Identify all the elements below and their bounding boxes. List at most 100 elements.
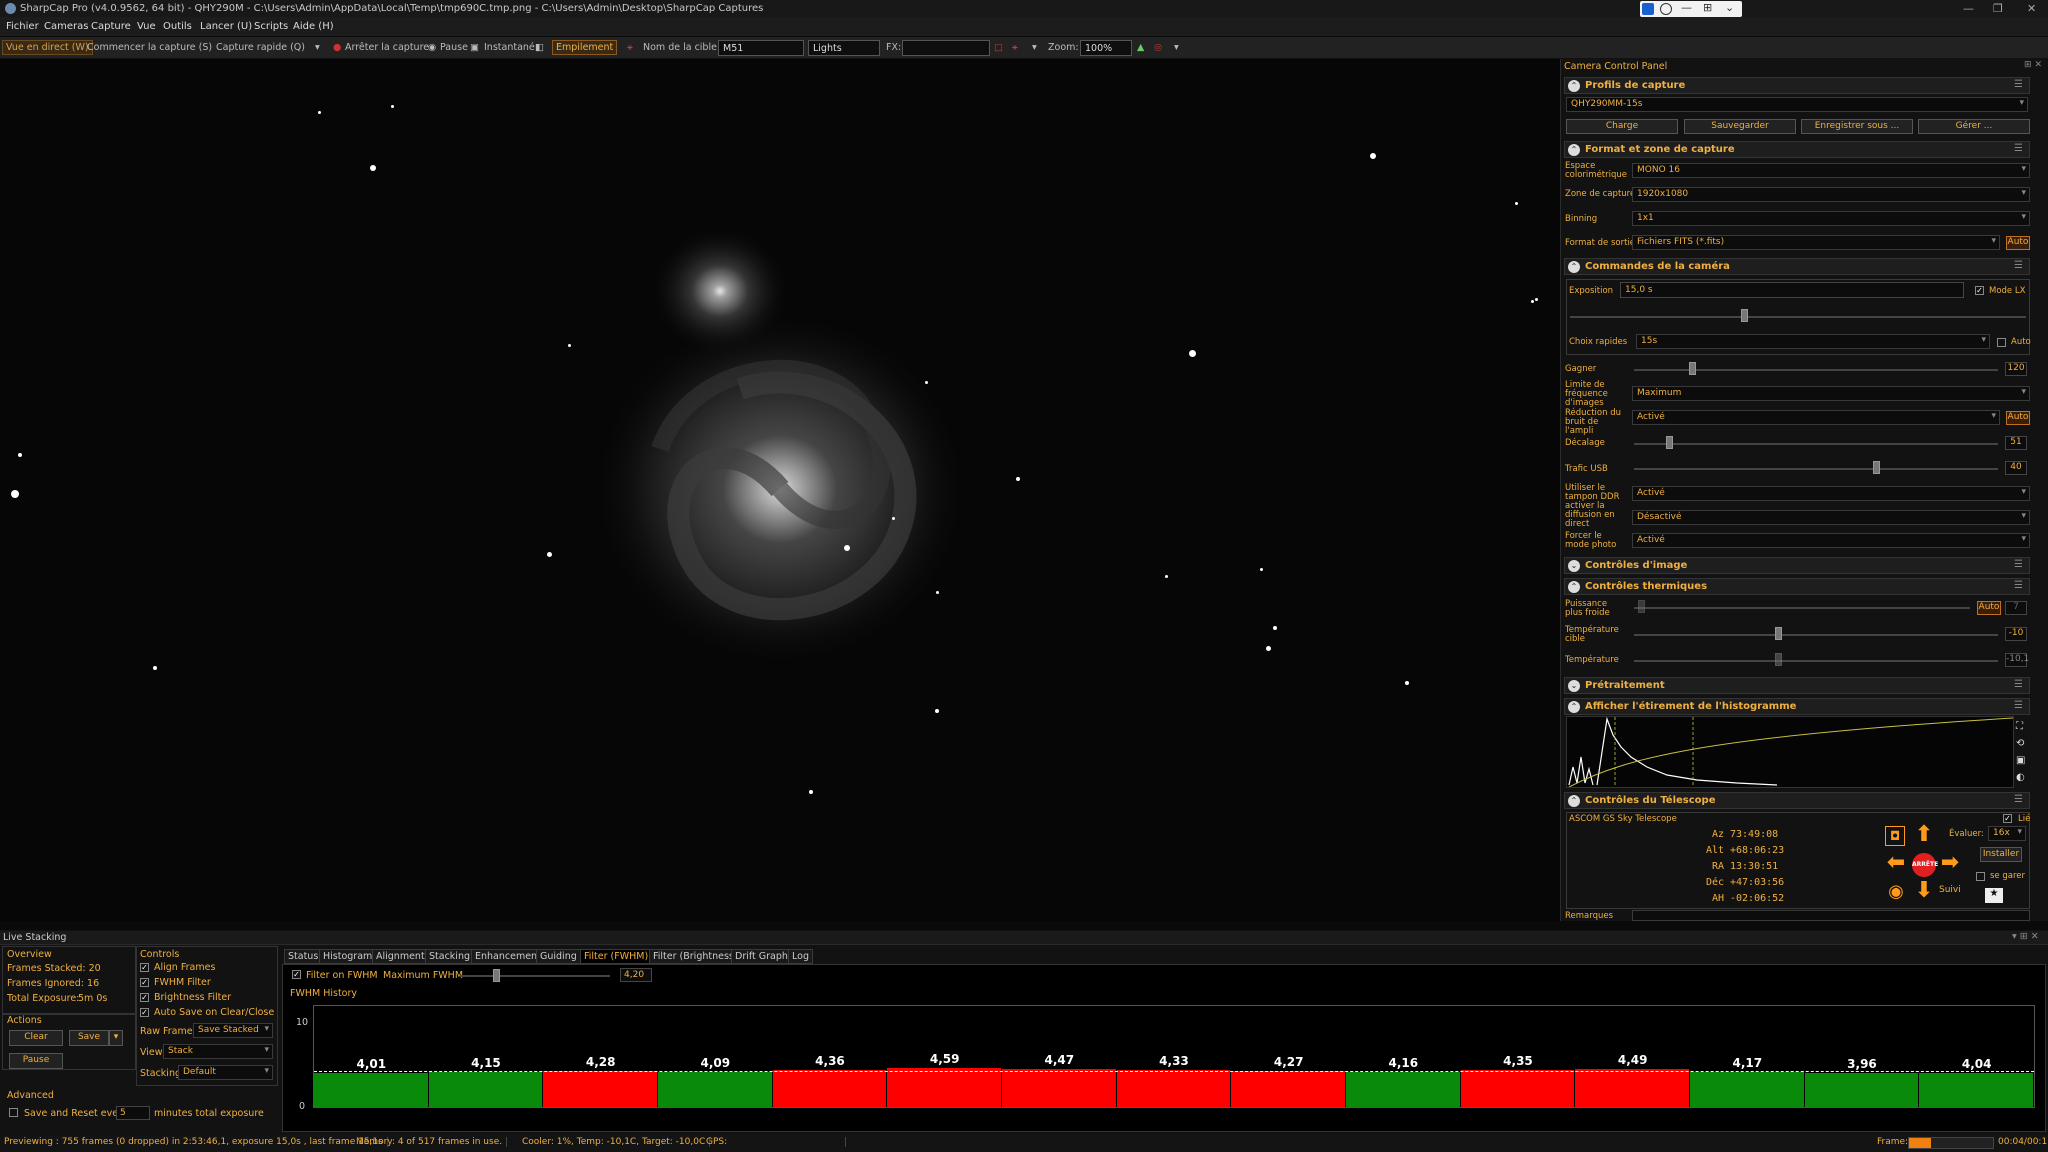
usb-value[interactable]: 40 <box>2005 461 2027 475</box>
target-name-input[interactable]: M51 <box>718 40 804 56</box>
cooler-power-slider-thumb[interactable] <box>1638 600 1645 613</box>
menu-icon[interactable]: ☰ <box>2014 143 2023 154</box>
menu-icon[interactable]: ☰ <box>2014 79 2023 90</box>
histogram-icon[interactable]: ▲ <box>1137 42 1144 53</box>
save-as-profile-button[interactable]: Enregistrer sous ... <box>1801 119 1913 134</box>
stream-select[interactable]: Désactivé <box>1632 510 2030 525</box>
south-arrow-icon[interactable]: ⬇ <box>1913 879 1935 903</box>
raw-frames-select[interactable]: Save Stacked <box>193 1023 273 1038</box>
close-button[interactable]: ✕ <box>2027 2 2036 15</box>
collapse-icon[interactable]: ⌃ <box>1568 80 1580 92</box>
color-space-select[interactable]: MONO 16 <box>1632 163 2030 178</box>
setup-button[interactable]: Installer <box>1980 847 2022 862</box>
view-select[interactable]: Stack <box>163 1044 273 1059</box>
notes-input[interactable] <box>1632 910 2030 921</box>
target-temp-slider-thumb[interactable] <box>1775 627 1782 640</box>
section-camera-controls[interactable]: ⌃ Commandes de la caméra ☰ <box>1564 258 2030 275</box>
menu-icon[interactable]: ☰ <box>2014 700 2023 711</box>
offset-slider-track[interactable] <box>1634 443 1998 445</box>
section-image-controls[interactable]: ⌄ Contrôles d'image ☰ <box>1564 557 2030 574</box>
snap-icon[interactable]: ⊞ <box>1703 1 1712 14</box>
tab-guiding[interactable]: Guiding <box>536 949 581 964</box>
gain-value[interactable]: 120 <box>2005 362 2027 376</box>
stacking-select[interactable]: Default <box>178 1065 273 1080</box>
save-dropdown-icon[interactable]: ▾ <box>109 1030 123 1046</box>
snapshot-button[interactable]: Instantané <box>484 42 535 53</box>
live-view-button[interactable]: Vue en direct (W) <box>2 40 93 55</box>
panel-pin-icon[interactable]: ⊞ ✕ <box>2024 60 2042 70</box>
collapse-icon[interactable]: ⌃ <box>1568 144 1580 156</box>
reset-icon[interactable]: ⟲ <box>2016 735 2025 752</box>
tab-alignment[interactable]: Alignment <box>372 949 429 964</box>
expand-icon[interactable]: ⌄ <box>1568 680 1580 692</box>
offset-slider-thumb[interactable] <box>1666 436 1673 449</box>
east-arrow-icon[interactable]: ➡ <box>1939 851 1961 875</box>
section-preprocessing[interactable]: ⌄ Prétraitement ☰ <box>1564 677 2030 694</box>
chat-icon[interactable] <box>1660 3 1672 15</box>
chevron-down-icon[interactable]: ⌄ <box>1725 1 1734 14</box>
menu-cameras[interactable]: Cameras <box>44 21 88 32</box>
ddr-select[interactable]: Activé <box>1632 486 2030 501</box>
save-reset-checkbox[interactable] <box>9 1108 18 1117</box>
menu-outils[interactable]: Outils <box>163 21 192 32</box>
photo-mode-select[interactable]: Activé <box>1632 533 2030 548</box>
chevron-down-icon[interactable]: ▾ <box>1032 42 1037 53</box>
menu-scripts[interactable]: Scripts <box>254 21 288 32</box>
collapse-icon[interactable]: ⌃ <box>1568 795 1580 807</box>
tab-log[interactable]: Log <box>788 949 813 964</box>
collapse-icon[interactable]: ⌃ <box>1568 701 1580 713</box>
menu-icon[interactable]: ☰ <box>2014 679 2023 690</box>
load-profile-button[interactable]: Charge <box>1566 119 1678 134</box>
quick-auto-checkbox[interactable] <box>1997 338 2006 347</box>
output-auto-button[interactable]: Auto <box>2006 236 2030 250</box>
max-fwhm-slider-track[interactable] <box>460 975 610 977</box>
minimize-icon[interactable]: — <box>1681 1 1692 14</box>
tracking-button[interactable]: Suivi <box>1939 885 1961 895</box>
menu-icon[interactable]: ☰ <box>2014 559 2023 570</box>
goto-icon[interactable]: ◘ <box>1885 826 1905 846</box>
menu-aide[interactable]: Aide (H) <box>293 21 334 32</box>
panel-controls-icon[interactable]: ▾ ⊞ ✕ <box>2012 931 2039 942</box>
tab-filter-fwhm[interactable]: Filter (FWHM) <box>580 949 653 964</box>
quick-choice-select[interactable]: 15s <box>1636 334 1990 349</box>
menu-fichier[interactable]: Fichier <box>6 21 39 32</box>
clear-button[interactable]: Clear <box>9 1030 63 1046</box>
live-image-view[interactable] <box>0 59 1560 921</box>
pause-button[interactable]: Pause <box>440 42 468 53</box>
minutes-input[interactable]: 5 <box>116 1106 150 1120</box>
save-profile-button[interactable]: Sauvegarder <box>1684 119 1796 134</box>
windows-icon[interactable] <box>1642 3 1654 15</box>
frame-type-select[interactable]: Lights <box>808 40 880 56</box>
noise-select[interactable]: Activé <box>1632 410 2000 425</box>
west-arrow-icon[interactable]: ⬅ <box>1885 851 1907 875</box>
tab-histogram[interactable]: Histogram <box>319 949 377 964</box>
fwhm-checkbox[interactable]: ✓ <box>140 978 149 987</box>
park-target-icon[interactable]: ◉ <box>1885 880 1907 904</box>
stretch-icon[interactable]: ⛶ <box>2016 718 2025 735</box>
exposure-slider-thumb[interactable] <box>1741 309 1748 322</box>
start-capture-button[interactable]: Commencer la capture (S) <box>87 42 212 53</box>
lx-mode-checkbox[interactable]: ✓ <box>1975 286 1984 295</box>
menu-lancer[interactable]: Lancer (U) <box>200 21 252 32</box>
usb-slider-thumb[interactable] <box>1873 461 1880 474</box>
zoom-icon[interactable]: ◎ <box>1154 42 1162 53</box>
section-histogram[interactable]: ⌃ Afficher l'étirement de l'histogramme … <box>1564 698 2030 715</box>
brightness-checkbox[interactable]: ✓ <box>140 993 149 1002</box>
usb-slider-track[interactable] <box>1634 468 1998 470</box>
minimize-button[interactable]: — <box>1963 2 1974 15</box>
linked-checkbox[interactable]: ✓ <box>2003 814 2012 823</box>
restore-button[interactable]: ❐ <box>1993 2 2003 15</box>
fx-select[interactable] <box>902 40 990 56</box>
align-checkbox[interactable]: ✓ <box>140 963 149 972</box>
tab-enhancement[interactable]: Enhancement <box>471 949 545 964</box>
pause-stack-button[interactable]: Pause <box>9 1053 63 1069</box>
menu-vue[interactable]: Vue <box>137 21 156 32</box>
north-arrow-icon[interactable]: ⬆ <box>1913 823 1935 847</box>
cooler-auto-button[interactable]: Auto <box>1977 601 2001 615</box>
target-temp-value[interactable]: -10 <box>2005 627 2027 641</box>
histogram-chart[interactable] <box>1566 716 2014 788</box>
capture-area-select[interactable]: 1920x1080 <box>1632 187 2030 202</box>
stacking-button[interactable]: Empilement <box>552 40 618 55</box>
rate-select[interactable]: 16x <box>1988 826 2026 841</box>
cooler-power-slider-track[interactable] <box>1634 607 1970 609</box>
